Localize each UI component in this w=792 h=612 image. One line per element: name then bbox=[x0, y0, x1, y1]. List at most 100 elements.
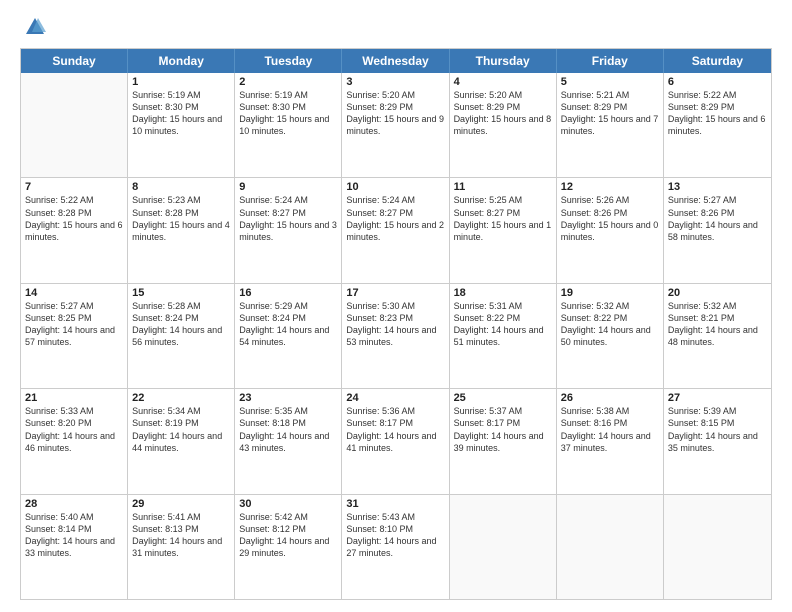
calendar-header: SundayMondayTuesdayWednesdayThursdayFrid… bbox=[21, 49, 771, 73]
calendar-cell: 19Sunrise: 5:32 AM Sunset: 8:22 PM Dayli… bbox=[557, 284, 664, 388]
calendar-cell: 22Sunrise: 5:34 AM Sunset: 8:19 PM Dayli… bbox=[128, 389, 235, 493]
calendar-cell bbox=[450, 495, 557, 599]
calendar-row-4: 28Sunrise: 5:40 AM Sunset: 8:14 PM Dayli… bbox=[21, 494, 771, 599]
day-number: 4 bbox=[454, 76, 552, 88]
calendar-cell: 3Sunrise: 5:20 AM Sunset: 8:29 PM Daylig… bbox=[342, 73, 449, 177]
day-number: 5 bbox=[561, 76, 659, 88]
calendar-cell: 11Sunrise: 5:25 AM Sunset: 8:27 PM Dayli… bbox=[450, 178, 557, 282]
day-info: Sunrise: 5:27 AM Sunset: 8:26 PM Dayligh… bbox=[668, 194, 767, 243]
calendar-row-3: 21Sunrise: 5:33 AM Sunset: 8:20 PM Dayli… bbox=[21, 388, 771, 493]
calendar-cell: 1Sunrise: 5:19 AM Sunset: 8:30 PM Daylig… bbox=[128, 73, 235, 177]
day-info: Sunrise: 5:24 AM Sunset: 8:27 PM Dayligh… bbox=[346, 194, 444, 243]
day-info: Sunrise: 5:29 AM Sunset: 8:24 PM Dayligh… bbox=[239, 300, 337, 349]
day-number: 3 bbox=[346, 76, 444, 88]
header-day-wednesday: Wednesday bbox=[342, 49, 449, 73]
calendar-cell: 23Sunrise: 5:35 AM Sunset: 8:18 PM Dayli… bbox=[235, 389, 342, 493]
day-number: 21 bbox=[25, 392, 123, 404]
logo bbox=[20, 16, 46, 38]
calendar-cell: 30Sunrise: 5:42 AM Sunset: 8:12 PM Dayli… bbox=[235, 495, 342, 599]
day-info: Sunrise: 5:40 AM Sunset: 8:14 PM Dayligh… bbox=[25, 511, 123, 560]
calendar-cell: 24Sunrise: 5:36 AM Sunset: 8:17 PM Dayli… bbox=[342, 389, 449, 493]
day-number: 16 bbox=[239, 287, 337, 299]
day-info: Sunrise: 5:21 AM Sunset: 8:29 PM Dayligh… bbox=[561, 89, 659, 138]
day-info: Sunrise: 5:24 AM Sunset: 8:27 PM Dayligh… bbox=[239, 194, 337, 243]
calendar-cell: 28Sunrise: 5:40 AM Sunset: 8:14 PM Dayli… bbox=[21, 495, 128, 599]
calendar-cell: 9Sunrise: 5:24 AM Sunset: 8:27 PM Daylig… bbox=[235, 178, 342, 282]
day-number: 12 bbox=[561, 181, 659, 193]
day-info: Sunrise: 5:19 AM Sunset: 8:30 PM Dayligh… bbox=[132, 89, 230, 138]
day-info: Sunrise: 5:41 AM Sunset: 8:13 PM Dayligh… bbox=[132, 511, 230, 560]
calendar-cell: 14Sunrise: 5:27 AM Sunset: 8:25 PM Dayli… bbox=[21, 284, 128, 388]
page: SundayMondayTuesdayWednesdayThursdayFrid… bbox=[0, 0, 792, 612]
day-info: Sunrise: 5:22 AM Sunset: 8:29 PM Dayligh… bbox=[668, 89, 767, 138]
day-number: 22 bbox=[132, 392, 230, 404]
day-number: 27 bbox=[668, 392, 767, 404]
calendar-cell: 25Sunrise: 5:37 AM Sunset: 8:17 PM Dayli… bbox=[450, 389, 557, 493]
day-info: Sunrise: 5:25 AM Sunset: 8:27 PM Dayligh… bbox=[454, 194, 552, 243]
calendar-cell: 31Sunrise: 5:43 AM Sunset: 8:10 PM Dayli… bbox=[342, 495, 449, 599]
day-info: Sunrise: 5:31 AM Sunset: 8:22 PM Dayligh… bbox=[454, 300, 552, 349]
day-info: Sunrise: 5:42 AM Sunset: 8:12 PM Dayligh… bbox=[239, 511, 337, 560]
day-info: Sunrise: 5:20 AM Sunset: 8:29 PM Dayligh… bbox=[346, 89, 444, 138]
day-info: Sunrise: 5:35 AM Sunset: 8:18 PM Dayligh… bbox=[239, 405, 337, 454]
calendar-cell: 2Sunrise: 5:19 AM Sunset: 8:30 PM Daylig… bbox=[235, 73, 342, 177]
calendar-cell: 18Sunrise: 5:31 AM Sunset: 8:22 PM Dayli… bbox=[450, 284, 557, 388]
day-info: Sunrise: 5:26 AM Sunset: 8:26 PM Dayligh… bbox=[561, 194, 659, 243]
header-day-saturday: Saturday bbox=[664, 49, 771, 73]
calendar-cell: 26Sunrise: 5:38 AM Sunset: 8:16 PM Dayli… bbox=[557, 389, 664, 493]
day-info: Sunrise: 5:39 AM Sunset: 8:15 PM Dayligh… bbox=[668, 405, 767, 454]
day-number: 7 bbox=[25, 181, 123, 193]
calendar-cell: 10Sunrise: 5:24 AM Sunset: 8:27 PM Dayli… bbox=[342, 178, 449, 282]
calendar-cell: 5Sunrise: 5:21 AM Sunset: 8:29 PM Daylig… bbox=[557, 73, 664, 177]
day-number: 13 bbox=[668, 181, 767, 193]
day-number: 26 bbox=[561, 392, 659, 404]
day-info: Sunrise: 5:43 AM Sunset: 8:10 PM Dayligh… bbox=[346, 511, 444, 560]
header-day-friday: Friday bbox=[557, 49, 664, 73]
day-info: Sunrise: 5:36 AM Sunset: 8:17 PM Dayligh… bbox=[346, 405, 444, 454]
calendar-cell: 17Sunrise: 5:30 AM Sunset: 8:23 PM Dayli… bbox=[342, 284, 449, 388]
day-number: 2 bbox=[239, 76, 337, 88]
header-day-thursday: Thursday bbox=[450, 49, 557, 73]
day-info: Sunrise: 5:20 AM Sunset: 8:29 PM Dayligh… bbox=[454, 89, 552, 138]
day-info: Sunrise: 5:38 AM Sunset: 8:16 PM Dayligh… bbox=[561, 405, 659, 454]
day-number: 18 bbox=[454, 287, 552, 299]
calendar-cell: 16Sunrise: 5:29 AM Sunset: 8:24 PM Dayli… bbox=[235, 284, 342, 388]
day-number: 24 bbox=[346, 392, 444, 404]
day-info: Sunrise: 5:33 AM Sunset: 8:20 PM Dayligh… bbox=[25, 405, 123, 454]
calendar-cell: 15Sunrise: 5:28 AM Sunset: 8:24 PM Dayli… bbox=[128, 284, 235, 388]
calendar-cell: 27Sunrise: 5:39 AM Sunset: 8:15 PM Dayli… bbox=[664, 389, 771, 493]
header bbox=[20, 16, 772, 38]
calendar-row-0: 1Sunrise: 5:19 AM Sunset: 8:30 PM Daylig… bbox=[21, 73, 771, 177]
day-number: 20 bbox=[668, 287, 767, 299]
day-number: 10 bbox=[346, 181, 444, 193]
header-day-sunday: Sunday bbox=[21, 49, 128, 73]
day-number: 29 bbox=[132, 498, 230, 510]
calendar-cell: 13Sunrise: 5:27 AM Sunset: 8:26 PM Dayli… bbox=[664, 178, 771, 282]
day-number: 6 bbox=[668, 76, 767, 88]
day-info: Sunrise: 5:32 AM Sunset: 8:22 PM Dayligh… bbox=[561, 300, 659, 349]
day-number: 11 bbox=[454, 181, 552, 193]
day-number: 15 bbox=[132, 287, 230, 299]
day-number: 8 bbox=[132, 181, 230, 193]
day-info: Sunrise: 5:22 AM Sunset: 8:28 PM Dayligh… bbox=[25, 194, 123, 243]
calendar-cell: 4Sunrise: 5:20 AM Sunset: 8:29 PM Daylig… bbox=[450, 73, 557, 177]
calendar-cell: 21Sunrise: 5:33 AM Sunset: 8:20 PM Dayli… bbox=[21, 389, 128, 493]
day-number: 17 bbox=[346, 287, 444, 299]
day-info: Sunrise: 5:27 AM Sunset: 8:25 PM Dayligh… bbox=[25, 300, 123, 349]
calendar-cell: 20Sunrise: 5:32 AM Sunset: 8:21 PM Dayli… bbox=[664, 284, 771, 388]
calendar-cell bbox=[557, 495, 664, 599]
calendar-cell: 12Sunrise: 5:26 AM Sunset: 8:26 PM Dayli… bbox=[557, 178, 664, 282]
header-day-tuesday: Tuesday bbox=[235, 49, 342, 73]
header-day-monday: Monday bbox=[128, 49, 235, 73]
day-info: Sunrise: 5:30 AM Sunset: 8:23 PM Dayligh… bbox=[346, 300, 444, 349]
calendar-cell: 8Sunrise: 5:23 AM Sunset: 8:28 PM Daylig… bbox=[128, 178, 235, 282]
day-number: 19 bbox=[561, 287, 659, 299]
logo-icon bbox=[24, 16, 46, 38]
day-number: 25 bbox=[454, 392, 552, 404]
calendar: SundayMondayTuesdayWednesdayThursdayFrid… bbox=[20, 48, 772, 600]
calendar-cell: 7Sunrise: 5:22 AM Sunset: 8:28 PM Daylig… bbox=[21, 178, 128, 282]
day-info: Sunrise: 5:37 AM Sunset: 8:17 PM Dayligh… bbox=[454, 405, 552, 454]
day-number: 9 bbox=[239, 181, 337, 193]
calendar-body: 1Sunrise: 5:19 AM Sunset: 8:30 PM Daylig… bbox=[21, 73, 771, 599]
day-number: 30 bbox=[239, 498, 337, 510]
